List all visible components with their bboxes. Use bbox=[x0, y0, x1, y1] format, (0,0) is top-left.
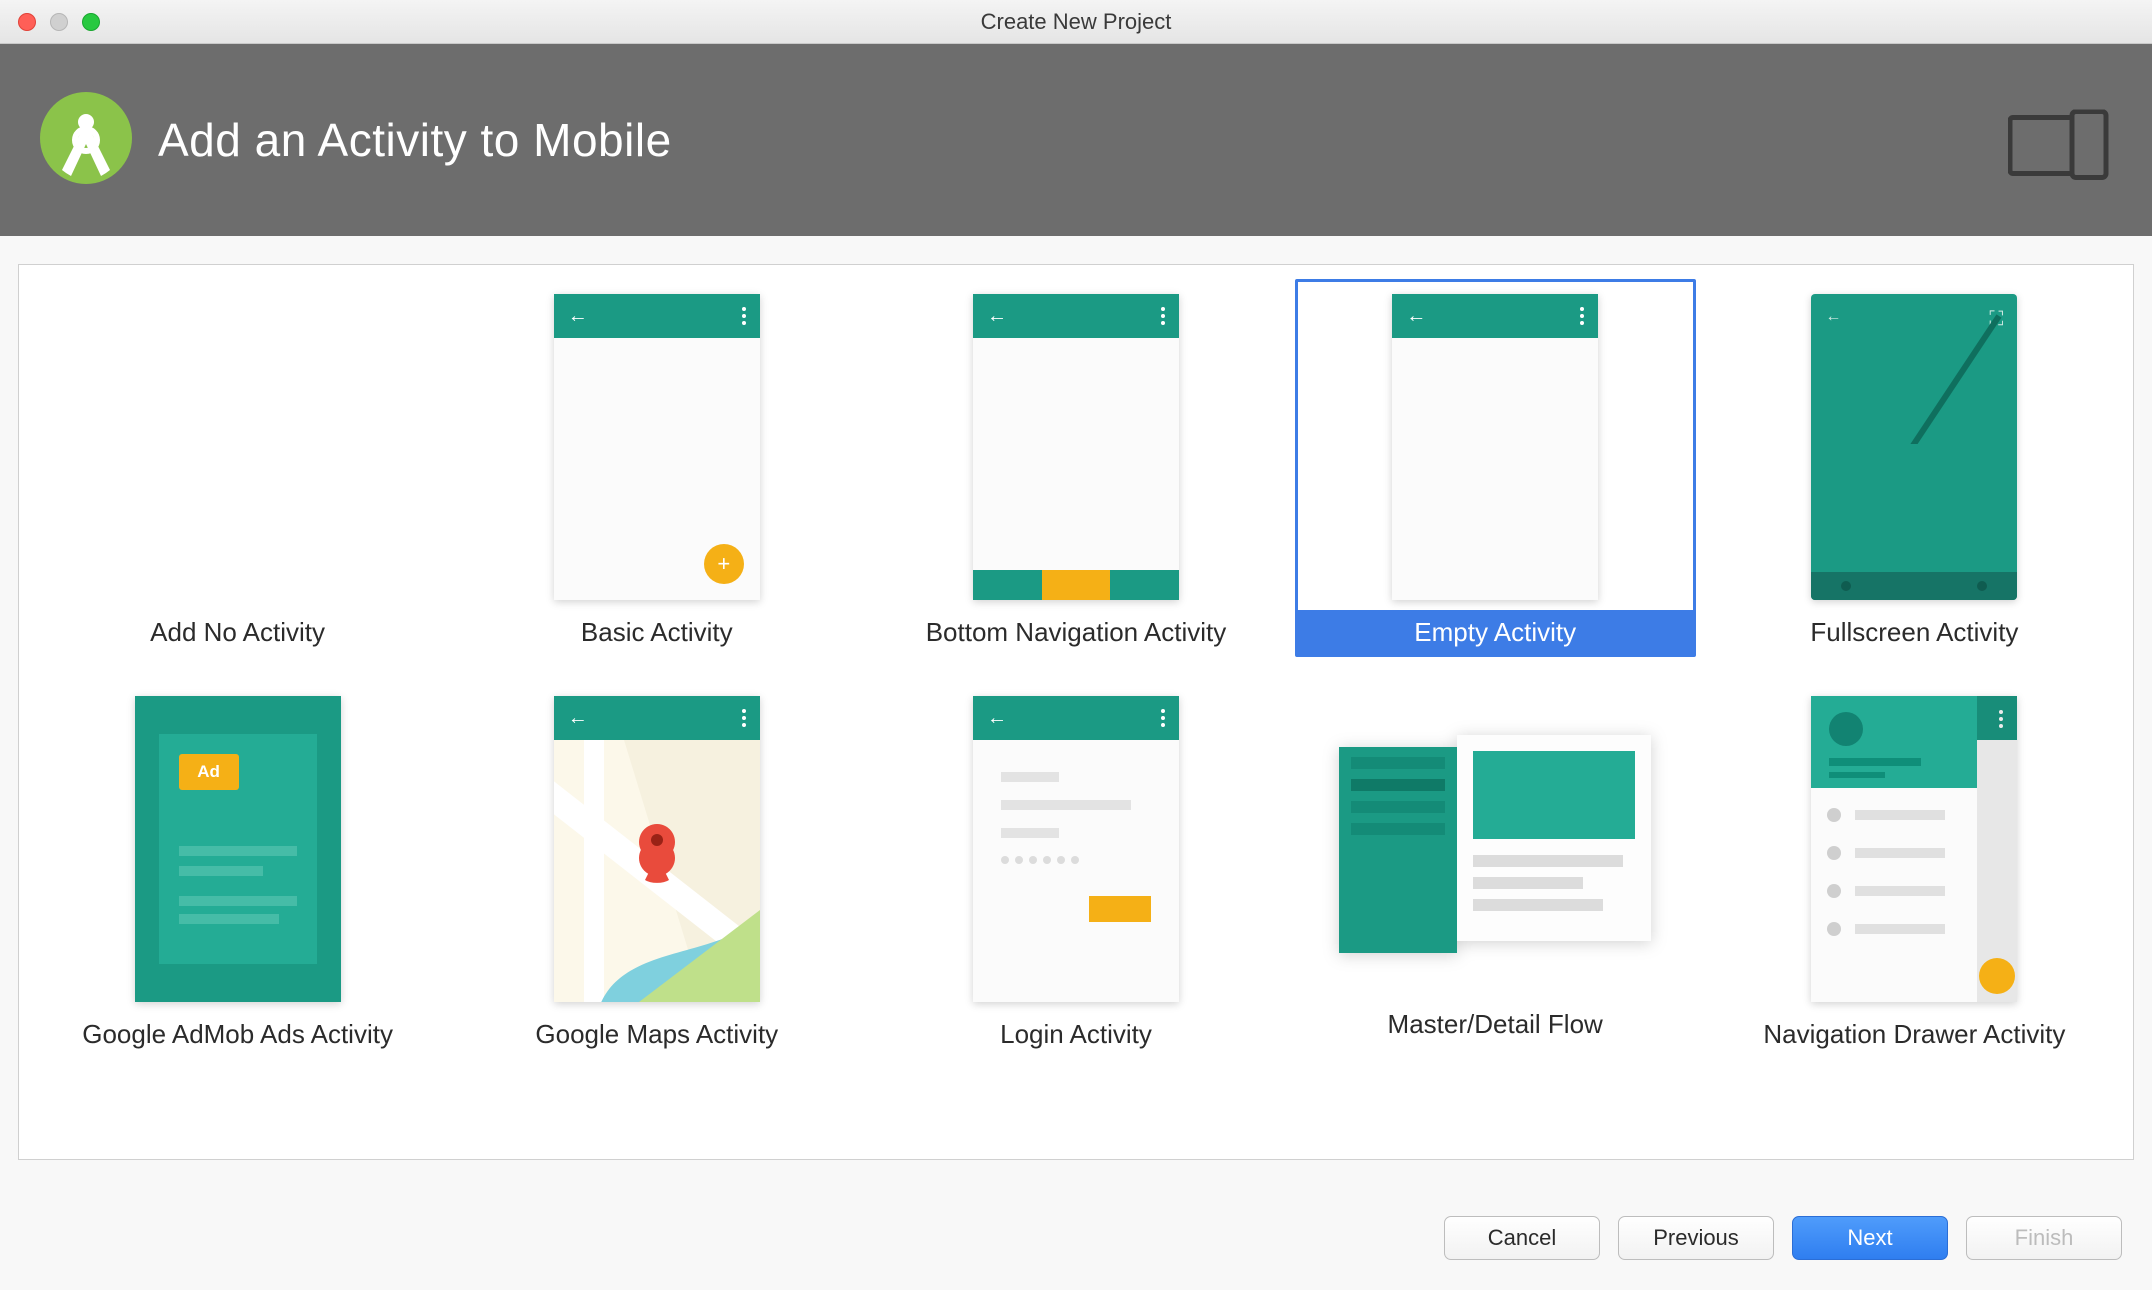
thumbnail-admob: Ad bbox=[135, 696, 341, 1002]
fab-icon: + bbox=[704, 544, 744, 584]
back-arrow-icon: ← bbox=[568, 708, 588, 728]
overflow-menu-icon bbox=[1580, 307, 1584, 325]
wizard-button-row: Cancel Previous Next Finish bbox=[1444, 1216, 2122, 1260]
back-arrow-icon: ← bbox=[568, 306, 588, 326]
cancel-button[interactable]: Cancel bbox=[1444, 1216, 1600, 1260]
activity-gallery-scroll[interactable]: Add No Activity ← + Basic Activity bbox=[19, 265, 2133, 1159]
template-add-no-activity[interactable]: Add No Activity bbox=[37, 279, 438, 657]
thumbnail-bottom-nav: ← bbox=[973, 294, 1179, 600]
traffic-lights bbox=[18, 13, 100, 31]
thumbnail-maps: ← bbox=[554, 696, 760, 1002]
template-empty-activity[interactable]: ← Empty Activity bbox=[1295, 279, 1696, 657]
map-illustration-icon bbox=[554, 740, 760, 1002]
wizard-title: Add an Activity to Mobile bbox=[158, 113, 672, 167]
template-admob-activity[interactable]: Ad Google AdMob Ads Activity bbox=[37, 681, 438, 1059]
overflow-menu-icon bbox=[742, 709, 746, 727]
finish-button: Finish bbox=[1966, 1216, 2122, 1260]
thumbnail-nav-drawer bbox=[1811, 696, 2017, 1002]
overflow-menu-icon bbox=[1161, 709, 1165, 727]
template-label: Empty Activity bbox=[1298, 610, 1693, 654]
back-arrow-icon: ← bbox=[1406, 306, 1426, 326]
template-label: Google Maps Activity bbox=[459, 1012, 854, 1056]
bottom-nav-bar-icon bbox=[973, 570, 1179, 600]
thumbnail-fullscreen: ← ⛶ bbox=[1811, 294, 2017, 600]
activity-gallery-panel: Add No Activity ← + Basic Activity bbox=[18, 264, 2134, 1160]
close-window-button[interactable] bbox=[18, 13, 36, 31]
template-label: Basic Activity bbox=[459, 610, 854, 654]
template-login-activity[interactable]: ← Login Activity bbox=[875, 681, 1276, 1059]
thumbnail-empty-activity: ← bbox=[1392, 294, 1598, 600]
overflow-menu-icon bbox=[742, 307, 746, 325]
previous-button[interactable]: Previous bbox=[1618, 1216, 1774, 1260]
window-title: Create New Project bbox=[981, 9, 1172, 35]
next-button[interactable]: Next bbox=[1792, 1216, 1948, 1260]
zoom-window-button[interactable] bbox=[82, 13, 100, 31]
template-navigation-drawer-activity[interactable]: Navigation Drawer Activity bbox=[1714, 681, 2115, 1059]
template-bottom-navigation-activity[interactable]: ← Bottom Navigation Activity bbox=[875, 279, 1276, 657]
template-label: Add No Activity bbox=[40, 610, 435, 654]
template-label: Login Activity bbox=[878, 1012, 1273, 1056]
thumbnail-login: ← bbox=[973, 696, 1179, 1002]
nav-bar-icon bbox=[1811, 572, 2017, 600]
template-master-detail-flow[interactable]: Master/Detail Flow bbox=[1295, 681, 1696, 1059]
template-google-maps-activity[interactable]: ← bbox=[456, 681, 857, 1059]
thumbnail-no-activity bbox=[135, 294, 341, 600]
template-basic-activity[interactable]: ← + Basic Activity bbox=[456, 279, 857, 657]
wizard-header: Add an Activity to Mobile bbox=[0, 44, 2152, 236]
template-label: Google AdMob Ads Activity bbox=[40, 1012, 435, 1056]
thumbnail-master-detail bbox=[1339, 696, 1651, 992]
form-factor-mobile-icon bbox=[2008, 109, 2112, 186]
template-label: Fullscreen Activity bbox=[1717, 610, 2112, 654]
window-titlebar: Create New Project bbox=[0, 0, 2152, 44]
ad-chip-icon: Ad bbox=[179, 754, 239, 790]
template-fullscreen-activity[interactable]: ← ⛶ Fullscreen Activity bbox=[1714, 279, 2115, 657]
android-studio-logo-icon bbox=[40, 92, 132, 189]
template-label: Bottom Navigation Activity bbox=[878, 610, 1273, 654]
thumbnail-basic-activity: ← + bbox=[554, 294, 760, 600]
back-arrow-icon: ← bbox=[987, 306, 1007, 326]
minimize-window-button[interactable] bbox=[50, 13, 68, 31]
diagonal-decoration-icon bbox=[1811, 294, 2017, 444]
overflow-menu-icon bbox=[1161, 307, 1165, 325]
back-arrow-icon: ← bbox=[987, 708, 1007, 728]
login-button-icon bbox=[1089, 896, 1151, 922]
template-label: Master/Detail Flow bbox=[1298, 1002, 1693, 1046]
template-label: Navigation Drawer Activity bbox=[1717, 1012, 2112, 1056]
